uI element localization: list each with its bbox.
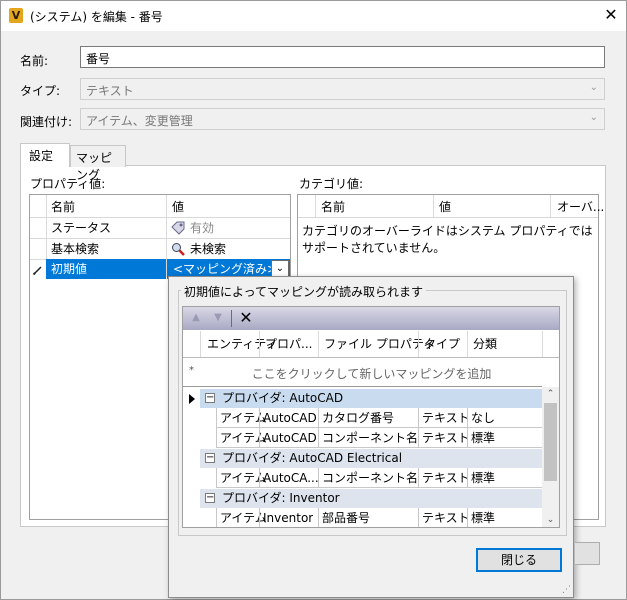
type-label: タイプ: — [20, 84, 61, 98]
add-mapping-row[interactable]: * ここをクリックして新しいマッピングを追加 — [183, 358, 542, 385]
chevron-down-icon: ⌄ — [589, 112, 598, 123]
mapping-header-type[interactable]: タイプ — [420, 334, 460, 354]
mapping-scrollbar[interactable]: ⌃ ⌄ — [542, 387, 559, 527]
mapping-row[interactable]: アイテム AutoCAD カタログ番号 テキスト なし — [216, 408, 542, 428]
mapping-cell-type: テキスト — [422, 411, 470, 425]
move-up-icon[interactable]: ▲ — [189, 311, 203, 325]
delete-icon[interactable]: ✕ — [237, 309, 255, 327]
mapping-cell-file-property: コンポーネント名 — [322, 471, 419, 485]
collapse-icon[interactable]: − — [205, 453, 215, 463]
close-window-button[interactable]: ✕ — [600, 5, 622, 25]
mapping-header-provider[interactable]: プロパ... — [261, 334, 312, 354]
property-values-label: プロパティ値: — [30, 177, 106, 191]
move-down-icon[interactable]: ▼ — [211, 311, 225, 325]
provider-group-autocad[interactable]: − プロバイダ: AutoCAD — [200, 389, 542, 408]
mapping-popup: 初期値によってマッピングが読み取られます ▲ ▼ ✕ エンティティ プロパ...… — [168, 276, 574, 598]
mapping-cell-file-property: コンポーネント名 — [322, 431, 419, 445]
tag-icon — [171, 221, 185, 235]
mapping-cell-file-property: 部品番号 — [322, 511, 371, 525]
type-select: テキスト ⌄ — [80, 78, 605, 100]
mapping-cell-category: 標準 — [471, 471, 496, 485]
provider-group-autocad-electrical[interactable]: − プロバイダ: AutoCAD Electrical — [200, 449, 542, 468]
resize-grip-icon[interactable]: ⋰ — [562, 585, 572, 595]
mapping-row[interactable]: アイテム AutoCAD コンポーネント名 テキスト 標準 — [216, 428, 542, 448]
provider-label: プロバイダ: AutoCAD — [222, 391, 344, 405]
category-override-message: カテゴリのオーバーライドはシステム プロパティではサポートされていません。 — [302, 224, 593, 255]
property-name: 初期値 — [51, 262, 88, 276]
collapse-icon[interactable]: − — [205, 393, 215, 403]
scroll-down-icon[interactable]: ⌄ — [542, 513, 559, 527]
category-header-name: 名前 — [321, 200, 346, 214]
mapping-cell-provider: Inventor — [263, 511, 314, 525]
category-header-value: 値 — [439, 200, 452, 214]
type-select-value: テキスト — [86, 84, 134, 98]
mapping-cell-provider: AutoCAD — [263, 411, 317, 425]
related-select: アイテム、変更管理 ⌄ — [80, 108, 605, 130]
name-label: 名前: — [20, 54, 49, 68]
mapping-header-row: エンティティ プロパ... ファイル プロパティ タイプ 分類 — [183, 331, 559, 357]
mapping-cell-category: 標準 — [471, 431, 496, 445]
mapping-header-category[interactable]: 分類 — [469, 334, 497, 354]
mapping-group-title: 初期値によってマッピングが読み取られます — [181, 283, 427, 300]
mapping-row[interactable]: アイテム Inventor 部品番号 テキスト 標準 — [216, 508, 542, 527]
new-row-marker: * — [189, 365, 194, 376]
current-row-arrow-icon — [189, 394, 195, 404]
property-value: 未検索 — [190, 242, 227, 256]
tab-settings[interactable]: 設定 — [20, 143, 70, 167]
scroll-up-icon[interactable]: ⌃ — [542, 387, 559, 401]
dialog-button-partial[interactable] — [575, 542, 600, 565]
close-button[interactable]: 閉じる — [476, 548, 562, 572]
provider-label: プロバイダ: Inventor — [222, 491, 340, 505]
add-mapping-hint: ここをクリックして新しいマッピングを追加 — [251, 367, 492, 381]
pencil-icon — [32, 264, 43, 276]
mapping-cell-type: テキスト — [422, 471, 470, 485]
property-row-status[interactable]: ステータス 有効 — [30, 218, 290, 238]
search-icon — [171, 242, 185, 256]
window-title: (システム) を編集 - 番号 — [30, 10, 163, 24]
mapping-cell-type: テキスト — [422, 431, 470, 445]
property-header-value: 値 — [172, 200, 185, 214]
mapping-cell-type: テキスト — [422, 511, 470, 525]
tab-mapping[interactable]: マッピング — [70, 145, 126, 182]
name-input[interactable]: 番号 — [80, 46, 605, 68]
mapping-cell-category: なし — [471, 411, 496, 425]
property-name: ステータス — [51, 221, 112, 235]
collapse-icon[interactable]: − — [205, 493, 215, 503]
mapping-cell-provider: AutoCAD — [263, 431, 317, 445]
scrollbar-thumb[interactable] — [544, 403, 557, 481]
property-value: 有効 — [190, 221, 215, 235]
property-header-name: 名前 — [51, 200, 76, 214]
chevron-down-icon: ⌄ — [589, 82, 598, 93]
vault-app-icon: V — [9, 8, 23, 23]
toolbar-separator — [231, 310, 232, 327]
provider-group-inventor[interactable]: − プロバイダ: Inventor — [200, 489, 542, 508]
related-label: 関連付け: — [20, 115, 73, 129]
property-row-basic-search[interactable]: 基本検索 未検索 — [30, 239, 290, 259]
mapping-cell-category: 標準 — [471, 511, 496, 525]
mapping-cell-provider: AutoCA... — [263, 471, 319, 485]
mapping-grid: ▲ ▼ ✕ エンティティ プロパ... ファイル プロパティ タイプ 分類 * … — [182, 306, 560, 528]
mapping-cell-file-property: カタログ番号 — [322, 411, 395, 425]
provider-label: プロバイダ: AutoCAD Electrical — [222, 451, 403, 465]
related-select-value: アイテム、変更管理 — [86, 114, 193, 128]
category-values-label: カテゴリ値: — [299, 177, 364, 191]
mapping-row[interactable]: アイテム AutoCA... コンポーネント名 テキスト 標準 — [216, 468, 542, 488]
property-name: 基本検索 — [51, 242, 100, 256]
category-header-override: オーバ... — [557, 200, 605, 214]
